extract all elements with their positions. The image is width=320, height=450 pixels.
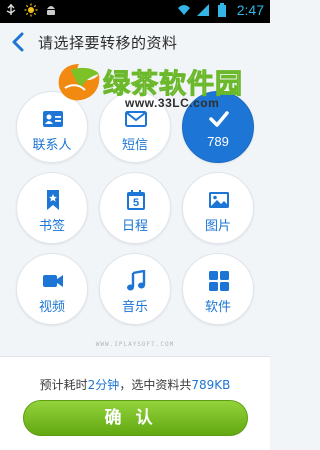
tile-bookmarks[interactable]: 书签	[16, 172, 88, 244]
confirm-button[interactable]: 确认	[23, 400, 248, 436]
tile-label: 软件	[204, 300, 231, 315]
bottom-panel: 预计耗时2分钟，选中资料共789KB 确认	[0, 356, 270, 450]
calendar-day-number: 5	[133, 197, 139, 209]
tile-label: 短信	[121, 138, 148, 153]
tile-label: 789	[207, 134, 229, 149]
tile-label: 日程	[121, 219, 148, 234]
watermark-url: www.33LC.com	[125, 96, 220, 110]
video-camera-icon	[43, 275, 63, 287]
music-note-icon	[127, 270, 146, 291]
tile-label: 视频	[38, 300, 65, 315]
tile-pictures[interactable]: 图片	[182, 172, 254, 244]
apps-grid-icon	[209, 271, 229, 291]
data-type-grid: 联系人 短信 789 书签 5 日程 图片 视频 音乐 软件	[0, 0, 270, 340]
bookmark-icon	[47, 190, 59, 210]
leaf-logo-icon	[58, 64, 100, 101]
summary-middle: ，选中资料共	[119, 378, 192, 392]
selected-size: 789KB	[191, 378, 231, 392]
tile-calendar[interactable]: 5 日程	[99, 172, 171, 244]
tile-videos[interactable]: 视频	[16, 253, 88, 325]
tile-label: 联系人	[32, 138, 72, 153]
tile-label: 音乐	[121, 300, 148, 315]
transfer-summary: 预计耗时2分钟，选中资料共789KB	[0, 376, 270, 393]
tile-apps[interactable]: 软件	[182, 253, 254, 325]
tile-music[interactable]: 音乐	[99, 253, 171, 325]
credit-text: WWW.IPLAYSOFT.COM	[95, 341, 175, 348]
estimated-time: 2分钟	[87, 378, 120, 392]
calendar-icon: 5	[127, 190, 145, 210]
watermark-logo: 绿茶软件园 www.33LC.com	[55, 60, 255, 120]
tile-label: 书签	[38, 219, 65, 234]
picture-icon	[209, 192, 229, 208]
tile-label: 图片	[204, 219, 231, 234]
summary-prefix: 预计耗时	[39, 378, 88, 392]
